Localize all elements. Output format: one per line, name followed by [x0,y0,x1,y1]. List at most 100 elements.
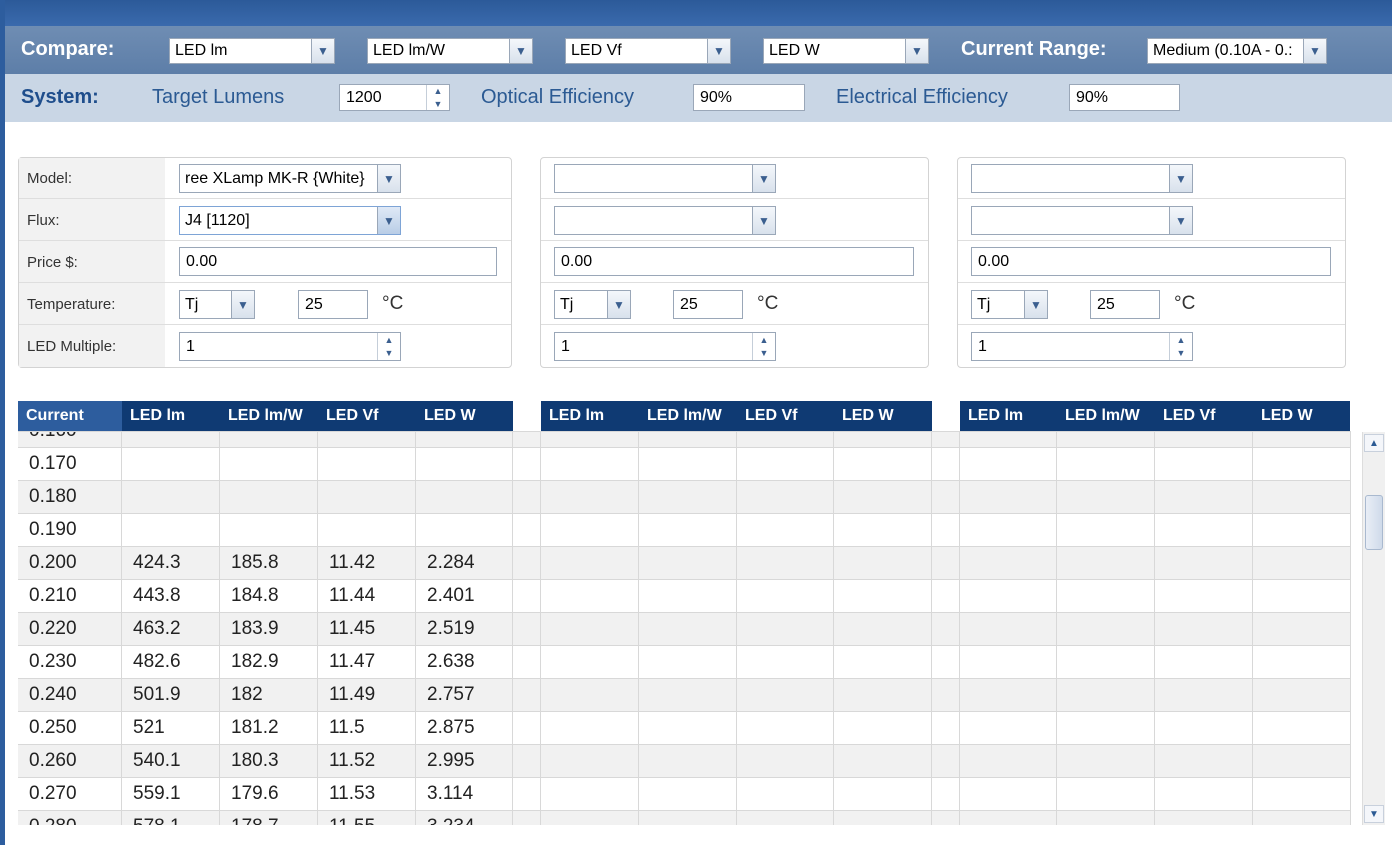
chevron-up-icon[interactable]: ▲ [1364,434,1384,452]
header-led-vf-3[interactable]: LED Vf [1155,401,1253,431]
chevron-up-icon[interactable]: ▲ [427,85,449,98]
cell-lm: 501.9 [122,679,220,712]
cell-lmw: 185.8 [220,547,318,580]
cell-lm: 463.2 [122,613,220,646]
price-input-1[interactable]: 0.00 [179,247,497,276]
led-multiple-input-3[interactable]: 1 ▲ ▼ [971,332,1193,361]
header-led-lmw-1[interactable]: LED lm/W [220,401,318,431]
table-row[interactable]: 0.170 [18,448,1351,481]
chevron-down-icon[interactable]: ▼ [427,98,449,111]
results-scrollbar[interactable]: ▲ ▼ [1362,432,1385,825]
cell-empty [737,613,834,646]
chevron-down-icon[interactable]: ▼ [1303,39,1326,63]
optical-efficiency-input[interactable]: 90% [693,84,805,111]
cell-vf: 11.49 [318,679,416,712]
table-row[interactable]: 0.240 501.9 182 11.49 2.757 [18,679,1351,712]
row-divider [958,324,1345,325]
chevron-down-icon[interactable]: ▼ [1170,347,1192,361]
chevron-down-icon[interactable]: ▼ [377,207,400,234]
table-row[interactable]: 0.270 559.1 179.6 11.53 3.114 [18,778,1351,811]
led-multiple-input-1[interactable]: 1 ▲ ▼ [179,332,401,361]
table-row[interactable]: 0.190 [18,514,1351,547]
header-led-lm-3[interactable]: LED lm [960,401,1057,431]
model-select-3[interactable]: ▼ [971,164,1193,193]
chevron-up-icon[interactable]: ▲ [1170,333,1192,347]
chevron-down-icon[interactable]: ▼ [905,39,928,63]
current-range-select[interactable]: Medium (0.10A - 0.: ▼ [1147,38,1327,64]
table-row[interactable]: 0.280578.1178.711.553.234 [18,811,1351,825]
header-led-vf-2[interactable]: LED Vf [737,401,834,431]
cell-empty [639,712,737,745]
price-input-2[interactable]: 0.00 [554,247,914,276]
chevron-down-icon[interactable]: ▼ [1364,805,1384,823]
chevron-down-icon[interactable]: ▼ [509,39,532,63]
led-multiple-stepper-3[interactable]: ▲ ▼ [1169,333,1192,360]
header-led-w-2[interactable]: LED W [834,401,932,431]
flux-select-1[interactable]: J4 [1120] ▼ [179,206,401,235]
electrical-efficiency-input[interactable]: 90% [1069,84,1180,111]
results-grid[interactable]: 0.1600.1700.1800.1900.200424.3185.811.42… [18,431,1351,825]
chevron-down-icon[interactable]: ▼ [752,165,775,192]
compare-select-2[interactable]: LED lm/W ▼ [367,38,533,64]
header-led-vf-1[interactable]: LED Vf [318,401,416,431]
model-select-2[interactable]: ▼ [554,164,776,193]
cell-empty [737,432,834,448]
temp-value-input-2[interactable]: 25 [673,290,743,319]
chevron-up-icon[interactable]: ▲ [753,333,775,347]
led-multiple-stepper-2[interactable]: ▲ ▼ [752,333,775,360]
cell-lm: 578.1 [122,811,220,825]
table-row[interactable]: 0.200 424.3 185.8 11.42 2.284 [18,547,1351,580]
chevron-down-icon[interactable]: ▼ [311,39,334,63]
chevron-down-icon[interactable]: ▼ [1024,291,1047,318]
header-led-w-3[interactable]: LED W [1253,401,1350,431]
chevron-down-icon[interactable]: ▼ [752,207,775,234]
target-lumens-input[interactable]: 1200 ▲ ▼ [339,84,450,111]
led-multiple-input-2[interactable]: 1 ▲ ▼ [554,332,776,361]
table-row[interactable]: 0.220 463.2 183.9 11.45 2.519 [18,613,1351,646]
cell-empty [932,613,960,646]
table-row[interactable]: 0.210 443.8 184.8 11.44 2.401 [18,580,1351,613]
model-select-1[interactable]: ree XLamp MK-R {White} ▼ [179,164,401,193]
target-lumens-stepper[interactable]: ▲ ▼ [426,85,449,110]
chevron-down-icon[interactable]: ▼ [753,347,775,361]
compare-select-3[interactable]: LED Vf ▼ [565,38,731,64]
cell-empty [513,448,541,481]
cell-empty [1057,778,1155,811]
cell-empty [1253,778,1351,811]
table-row[interactable]: 0.250 521 181.2 11.5 2.875 [18,712,1351,745]
flux-select-2[interactable]: ▼ [554,206,776,235]
compare-select-4[interactable]: LED W ▼ [763,38,929,64]
price-input-3[interactable]: 0.00 [971,247,1331,276]
cell-empty [1253,580,1351,613]
temp-value-input-1[interactable]: 25 [298,290,368,319]
chevron-up-icon[interactable]: ▲ [378,333,400,347]
cell-current: 0.180 [18,481,122,514]
temp-mode-select-2[interactable]: Tj ▼ [554,290,631,319]
flux-select-3[interactable]: ▼ [971,206,1193,235]
header-led-lm-1[interactable]: LED lm [122,401,220,431]
table-row[interactable]: 0.180 [18,481,1351,514]
temp-mode-select-1[interactable]: Tj ▼ [179,290,255,319]
chevron-down-icon[interactable]: ▼ [1169,207,1192,234]
header-current[interactable]: Current [18,401,122,431]
chevron-down-icon[interactable]: ▼ [607,291,630,318]
header-led-lmw-3[interactable]: LED lm/W [1057,401,1155,431]
scrollbar-thumb[interactable] [1365,495,1383,550]
cell-current: 0.250 [18,712,122,745]
table-row[interactable]: 0.230 482.6 182.9 11.47 2.638 [18,646,1351,679]
temp-value-input-3[interactable]: 25 [1090,290,1160,319]
chevron-down-icon[interactable]: ▼ [231,291,254,318]
header-led-lmw-2[interactable]: LED lm/W [639,401,737,431]
cell-w [416,448,513,481]
chevron-down-icon[interactable]: ▼ [377,165,400,192]
header-led-w-1[interactable]: LED W [416,401,513,431]
chevron-down-icon[interactable]: ▼ [707,39,730,63]
chevron-down-icon[interactable]: ▼ [378,347,400,361]
header-led-lm-2[interactable]: LED lm [541,401,639,431]
table-row[interactable]: 0.160 [18,432,1351,448]
led-multiple-stepper-1[interactable]: ▲ ▼ [377,333,400,360]
chevron-down-icon[interactable]: ▼ [1169,165,1192,192]
temp-mode-select-3[interactable]: Tj ▼ [971,290,1048,319]
compare-select-1[interactable]: LED lm ▼ [169,38,335,64]
table-row[interactable]: 0.260 540.1 180.3 11.52 2.995 [18,745,1351,778]
